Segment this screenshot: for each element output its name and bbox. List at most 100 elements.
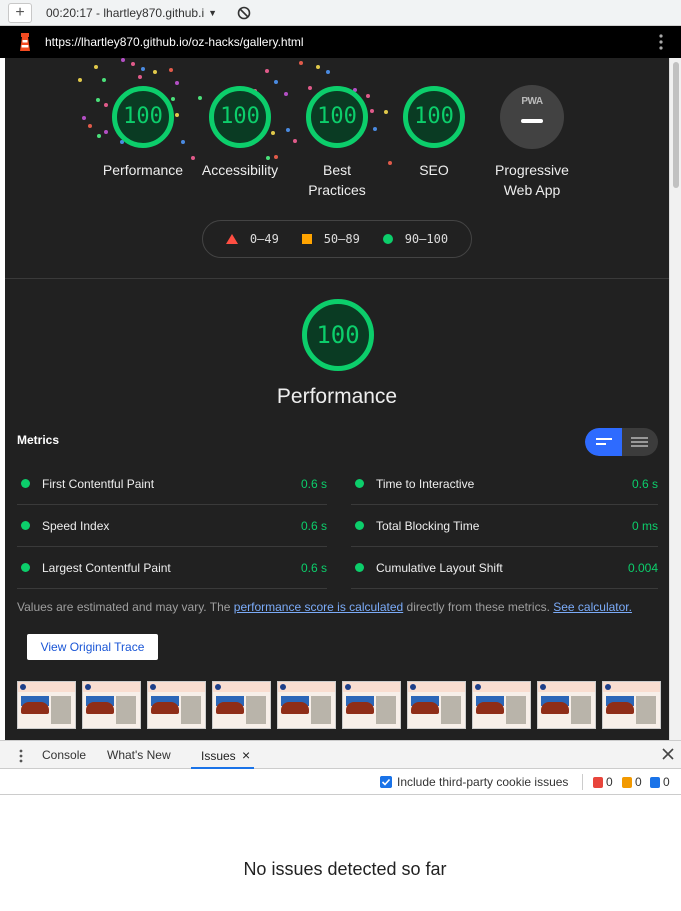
tab-whats-new[interactable]: What's New bbox=[107, 741, 171, 769]
no-issues-message: No issues detected so far bbox=[243, 859, 447, 879]
performance-gauge: 100 bbox=[301, 298, 375, 372]
note-text: Values are estimated and may vary. The bbox=[17, 600, 234, 614]
gauge-best-practices[interactable]: 100 bbox=[305, 85, 369, 149]
metrics-view-toggle[interactable] bbox=[585, 428, 658, 456]
gauge-performance[interactable]: 100 bbox=[111, 85, 175, 149]
more-options-icon[interactable] bbox=[659, 34, 663, 50]
gauge-label: Progressive Web App bbox=[495, 162, 569, 198]
new-tab-button[interactable]: + bbox=[8, 2, 32, 23]
legend-low: 0–49 bbox=[249, 232, 279, 246]
performance-score: 100 bbox=[316, 321, 360, 349]
filmstrip-frame bbox=[212, 681, 271, 729]
gauge-pwa[interactable]: PWA bbox=[500, 85, 564, 149]
pass-circle-icon bbox=[355, 479, 364, 488]
gauge-score: 100 bbox=[414, 104, 454, 129]
pass-circle-icon bbox=[355, 521, 364, 530]
third-party-checkbox-label[interactable]: Include third-party cookie issues bbox=[397, 775, 568, 789]
error-icon bbox=[593, 776, 603, 788]
tab-issues[interactable]: Issues × bbox=[191, 741, 254, 769]
pass-circle-icon bbox=[21, 479, 30, 488]
metrics-heading: Metrics bbox=[17, 433, 60, 447]
note-text: directly from these metrics. bbox=[403, 600, 554, 614]
gauge-score: 100 bbox=[317, 104, 357, 129]
metric-name: Total Blocking Time bbox=[376, 518, 480, 533]
filmstrip-frame bbox=[82, 681, 141, 729]
tab-title[interactable]: 00:20:17 - lhartley870.github.i bbox=[46, 6, 204, 20]
info-count[interactable]: 0 bbox=[650, 775, 670, 789]
drawer-menu-icon[interactable] bbox=[19, 749, 23, 763]
gauge-label: SEO bbox=[419, 162, 449, 178]
tab-issues-label: Issues bbox=[201, 749, 236, 763]
error-count-value: 0 bbox=[606, 775, 613, 789]
browser-tab-strip: + 00:20:17 - lhartley870.github.i ▼ bbox=[0, 0, 681, 26]
info-icon bbox=[650, 776, 660, 788]
dash-icon bbox=[521, 119, 543, 123]
filmstrip-frame bbox=[602, 681, 661, 729]
metric-row: Time to Interactive 0.6 s bbox=[351, 463, 658, 505]
score-legend: 0–49 50–89 90–100 bbox=[202, 220, 472, 258]
see-calculator-link[interactable]: See calculator. bbox=[553, 600, 632, 614]
score-calculated-link[interactable]: performance score is calculated bbox=[234, 600, 403, 614]
gauge-score: 100 bbox=[220, 104, 260, 129]
chevron-down-icon[interactable]: ▼ bbox=[208, 8, 217, 18]
pass-circle-icon bbox=[21, 521, 30, 530]
error-count[interactable]: 0 bbox=[593, 775, 613, 789]
filmstrip-frame bbox=[407, 681, 466, 729]
url-text[interactable]: https://lhartley870.github.io/oz-hacks/g… bbox=[45, 35, 304, 49]
third-party-checkbox[interactable] bbox=[380, 776, 392, 788]
metrics-note: Values are estimated and may vary. The p… bbox=[17, 600, 632, 614]
warning-count[interactable]: 0 bbox=[622, 775, 642, 789]
gauge-label: Accessibility bbox=[201, 162, 279, 178]
filmstrip-frame bbox=[17, 681, 76, 729]
section-divider bbox=[5, 278, 669, 279]
gauge-seo[interactable]: 100 bbox=[402, 85, 466, 149]
metric-row: Speed Index 0.6 s bbox=[17, 505, 327, 547]
filmstrip-frame bbox=[537, 681, 596, 729]
filmstrip-frame bbox=[147, 681, 206, 729]
toolbar-separator bbox=[582, 774, 583, 790]
pass-circle-icon bbox=[355, 563, 364, 572]
filmstrip-frame bbox=[277, 681, 336, 729]
gauge-accessibility[interactable]: 100 bbox=[208, 85, 272, 149]
filmstrip bbox=[17, 681, 662, 729]
compact-view-icon[interactable] bbox=[585, 428, 622, 456]
metric-row: Largest Contentful Paint 0.6 s bbox=[17, 547, 327, 589]
metric-name: Speed Index bbox=[42, 518, 110, 533]
warning-icon bbox=[622, 776, 632, 788]
issues-toolbar: Include third-party cookie issues 0 0 0 bbox=[0, 769, 681, 795]
report-scrollbar[interactable] bbox=[669, 58, 681, 740]
metric-value: 0.6 s bbox=[300, 476, 327, 491]
fail-triangle-icon bbox=[225, 234, 238, 244]
pass-circle-icon bbox=[21, 563, 30, 572]
view-original-trace-button[interactable]: View Original Trace bbox=[27, 634, 158, 660]
warning-count-value: 0 bbox=[635, 775, 642, 789]
metric-row: Cumulative Layout Shift 0.004 bbox=[351, 547, 658, 589]
address-bar: https://lhartley870.github.io/oz-hacks/g… bbox=[0, 26, 681, 58]
gauge-label: Best Practices bbox=[308, 162, 366, 198]
average-square-icon bbox=[301, 234, 312, 244]
gauge-label: Performance bbox=[102, 162, 184, 178]
metric-value: 0.6 s bbox=[300, 560, 327, 575]
pwa-badge-text: PWA bbox=[521, 96, 543, 107]
performance-title: Performance bbox=[276, 385, 398, 408]
lighthouse-report: 100 Performance 100 Accessibility 100 Be… bbox=[5, 58, 669, 740]
info-count-value: 0 bbox=[663, 775, 670, 789]
issues-panel: No issues detected so far bbox=[0, 796, 681, 911]
metric-name: Largest Contentful Paint bbox=[42, 560, 171, 575]
filmstrip-frame bbox=[342, 681, 401, 729]
metric-name: First Contentful Paint bbox=[42, 476, 155, 491]
scrollbar-thumb[interactable] bbox=[673, 62, 679, 188]
metric-name: Cumulative Layout Shift bbox=[376, 560, 503, 575]
gauge-score: 100 bbox=[123, 104, 163, 129]
blocked-icon[interactable] bbox=[237, 6, 251, 20]
close-tab-icon[interactable]: × bbox=[242, 747, 250, 763]
metric-value: 0.6 s bbox=[300, 518, 327, 533]
tab-console[interactable]: Console bbox=[42, 741, 86, 769]
close-drawer-icon[interactable] bbox=[661, 747, 675, 761]
legend-mid: 50–89 bbox=[323, 232, 360, 246]
metric-row: First Contentful Paint 0.6 s bbox=[17, 463, 327, 505]
metric-name: Time to Interactive bbox=[376, 476, 475, 491]
filmstrip-frame bbox=[472, 681, 531, 729]
metric-value: 0.004 bbox=[627, 560, 658, 575]
metric-value: 0 ms bbox=[631, 518, 658, 533]
